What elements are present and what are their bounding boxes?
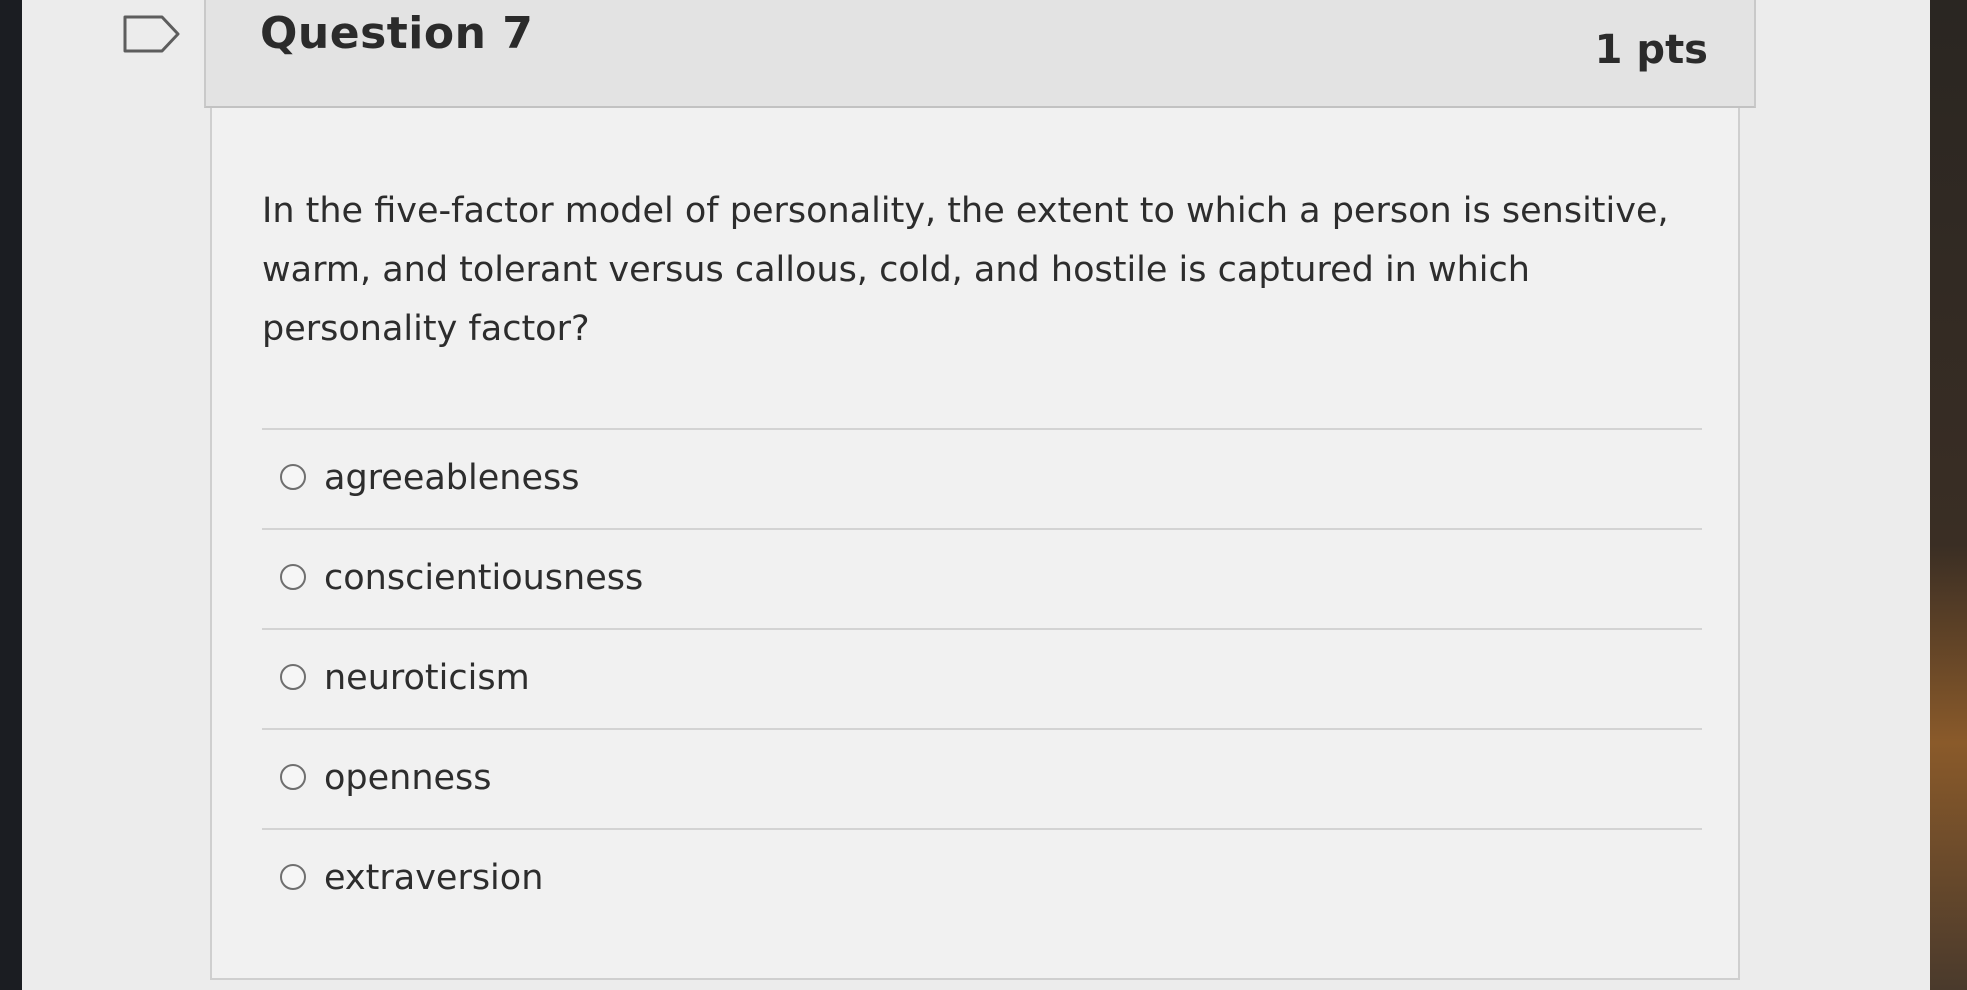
- radio-button[interactable]: [280, 764, 306, 790]
- radio-button[interactable]: [280, 464, 306, 490]
- answer-option[interactable]: conscientiousness: [262, 528, 1702, 628]
- flag-question-icon[interactable]: [122, 14, 182, 54]
- answer-label: neuroticism: [324, 658, 530, 698]
- radio-button[interactable]: [280, 564, 306, 590]
- radio-button[interactable]: [280, 664, 306, 690]
- question-text: In the five-factor model of personality,…: [262, 191, 1669, 349]
- answer-option[interactable]: agreeableness: [262, 428, 1702, 528]
- question-title: Question 7: [260, 8, 534, 59]
- answer-list: agreeableness conscientiousness neurotic…: [262, 428, 1702, 928]
- radio-button[interactable]: [280, 864, 306, 890]
- answer-option[interactable]: extraversion: [262, 828, 1702, 928]
- answer-option[interactable]: openness: [262, 728, 1702, 828]
- answer-label: openness: [324, 758, 492, 798]
- answer-label: agreeableness: [324, 458, 580, 498]
- answer-option[interactable]: neuroticism: [262, 628, 1702, 728]
- answer-label: extraversion: [324, 858, 544, 898]
- monitor-bezel: [1930, 0, 1967, 990]
- answer-label: conscientiousness: [324, 558, 644, 598]
- question-body: In the five-factor model of personality,…: [210, 108, 1740, 980]
- question-header: Question 7 1 pts: [204, 0, 1756, 108]
- question-points: 1 pts: [1594, 27, 1708, 73]
- screen: Question 7 1 pts In the five-factor mode…: [22, 0, 1930, 990]
